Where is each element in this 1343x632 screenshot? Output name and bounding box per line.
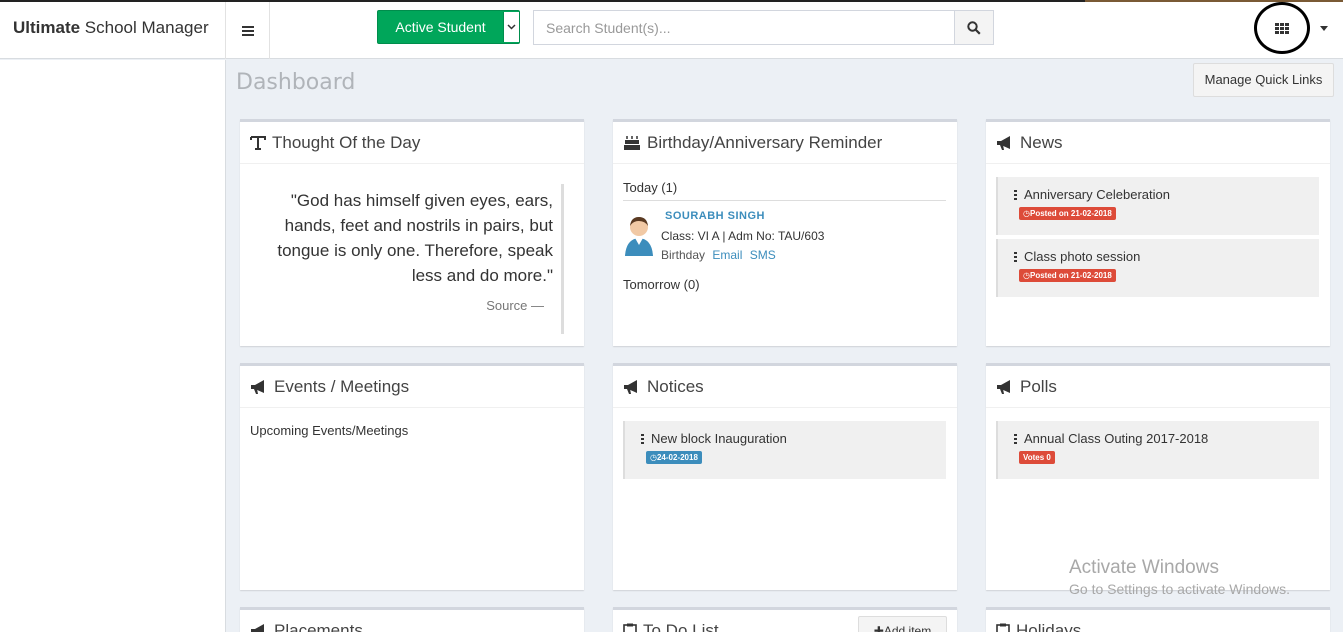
holidays-title: Holidays	[1016, 620, 1082, 632]
thought-of-day-title: Thought Of the Day	[272, 132, 421, 152]
news-item[interactable]: Anniversary Celeberation ◷Posted on 21-0…	[996, 177, 1319, 235]
clipboard-icon	[996, 623, 1010, 632]
text-height-icon	[250, 135, 266, 150]
todo-box: To Do List ✚Add item	[613, 607, 957, 632]
grid-icon	[1275, 22, 1289, 34]
events-header: Events / Meetings	[240, 366, 584, 408]
manage-quick-links-button[interactable]: Manage Quick Links	[1193, 63, 1334, 97]
clipboard-icon	[623, 623, 637, 632]
bullhorn-icon	[624, 379, 637, 394]
watermark-line1: Activate Windows	[1069, 557, 1219, 578]
polls-box: Polls Annual Class Outing 2017-2018 Vote…	[986, 363, 1330, 590]
notices-title: Notices	[647, 376, 704, 396]
list-icon	[641, 433, 644, 444]
list-icon	[1014, 189, 1017, 200]
menu-icon	[241, 25, 254, 36]
news-item-title: Class photo session	[1024, 249, 1141, 264]
quote-source: Source —	[486, 298, 544, 313]
activate-windows-watermark: Activate Windows Go to Settings to activ…	[1069, 557, 1290, 597]
student-search-input[interactable]	[533, 10, 955, 45]
birthday-reminder-box: Birthday/Anniversary Reminder Today (1) …	[613, 119, 957, 346]
search-icon	[967, 20, 981, 35]
brand-bold: Ultimate	[13, 18, 81, 37]
tomorrow-label: Tomorrow (0)	[623, 277, 700, 292]
notices-box: Notices New block Inauguration ◷24-02-20…	[613, 363, 957, 590]
search-button[interactable]	[954, 10, 994, 45]
sms-link[interactable]: SMS	[750, 248, 776, 262]
add-todo-item-button[interactable]: ✚Add item	[858, 616, 947, 632]
brand-rest: School Manager	[80, 18, 209, 37]
bullhorn-icon	[997, 135, 1010, 150]
app-brand[interactable]: Ultimate School Manager	[0, 2, 226, 59]
posted-date-badge: ◷Posted on 21-02-2018	[1019, 269, 1116, 282]
list-icon	[1014, 433, 1017, 444]
notice-item[interactable]: New block Inauguration ◷24-02-2018	[623, 421, 946, 479]
birthday-cake-icon	[624, 135, 640, 150]
thought-quote: "God has himself given eyes, ears, hands…	[250, 184, 574, 334]
birthday-reminder-header: Birthday/Anniversary Reminder	[613, 122, 957, 164]
avatar	[625, 217, 653, 256]
birthday-actions: Birthday Email SMS	[661, 248, 776, 262]
quote-scrollbar[interactable]	[561, 184, 564, 334]
news-box: News Anniversary Celeberation ◷Posted on…	[986, 119, 1330, 346]
email-link[interactable]: Email	[712, 248, 742, 262]
placements-header: Placements	[240, 610, 584, 632]
student-filter-label: Active Student	[395, 19, 486, 35]
birthday-type: Birthday	[661, 248, 706, 262]
news-item-title: Anniversary Celeberation	[1024, 187, 1170, 202]
page-title: Dashboard	[236, 70, 356, 95]
notice-date-badge: ◷24-02-2018	[646, 451, 702, 464]
votes-badge: Votes 0	[1019, 451, 1055, 464]
birthday-reminder-title: Birthday/Anniversary Reminder	[647, 132, 883, 152]
today-label: Today (1)	[623, 180, 946, 201]
notice-item-title: New block Inauguration	[651, 431, 787, 446]
posted-date-badge: ◷Posted on 21-02-2018	[1019, 207, 1116, 220]
student-search	[533, 10, 994, 45]
events-meetings-box: Events / Meetings Upcoming Events/Meetin…	[240, 363, 584, 590]
student-filter-dropdown[interactable]: Active Student	[377, 10, 520, 44]
notices-header: Notices	[613, 366, 957, 408]
bullhorn-icon	[251, 623, 264, 632]
holidays-header: Holidays	[986, 610, 1330, 632]
polls-title: Polls	[1020, 376, 1057, 396]
poll-item-title: Annual Class Outing 2017-2018	[1024, 431, 1209, 446]
list-icon	[1014, 251, 1017, 262]
news-item[interactable]: Class photo session ◷Posted on 21-02-201…	[996, 239, 1319, 297]
todo-title: To Do List	[643, 620, 719, 632]
placements-box: Placements	[240, 607, 584, 632]
sidebar-toggle-button[interactable]	[226, 2, 270, 59]
poll-item[interactable]: Annual Class Outing 2017-2018 Votes 0	[996, 421, 1319, 479]
thought-of-day-box: Thought Of the Day "God has himself give…	[240, 119, 584, 346]
placements-title: Placements	[274, 620, 363, 632]
holidays-box: Holidays	[986, 607, 1330, 632]
chevron-down-icon[interactable]	[503, 12, 519, 42]
sidebar	[0, 60, 226, 632]
bullhorn-icon	[251, 379, 264, 394]
polls-header: Polls	[986, 366, 1330, 408]
birthday-person-name[interactable]: SOURABH SINGH	[665, 210, 765, 222]
news-header: News	[986, 122, 1330, 164]
thought-of-day-header: Thought Of the Day	[240, 122, 584, 164]
upcoming-events-label: Upcoming Events/Meetings	[250, 423, 409, 438]
top-header: Ultimate School Manager Active Student	[0, 2, 1343, 59]
news-title: News	[1020, 132, 1063, 152]
apps-grid-button[interactable]	[1254, 2, 1310, 54]
birthday-person-details: Class: VI A | Adm No: TAU/603	[661, 229, 825, 243]
watermark-line2: Go to Settings to activate Windows.	[1069, 581, 1290, 597]
user-menu-caret-icon[interactable]	[1320, 26, 1328, 31]
events-title: Events / Meetings	[274, 376, 410, 396]
quote-text: "God has himself given eyes, ears, hands…	[277, 191, 553, 285]
bullhorn-icon	[997, 379, 1010, 394]
